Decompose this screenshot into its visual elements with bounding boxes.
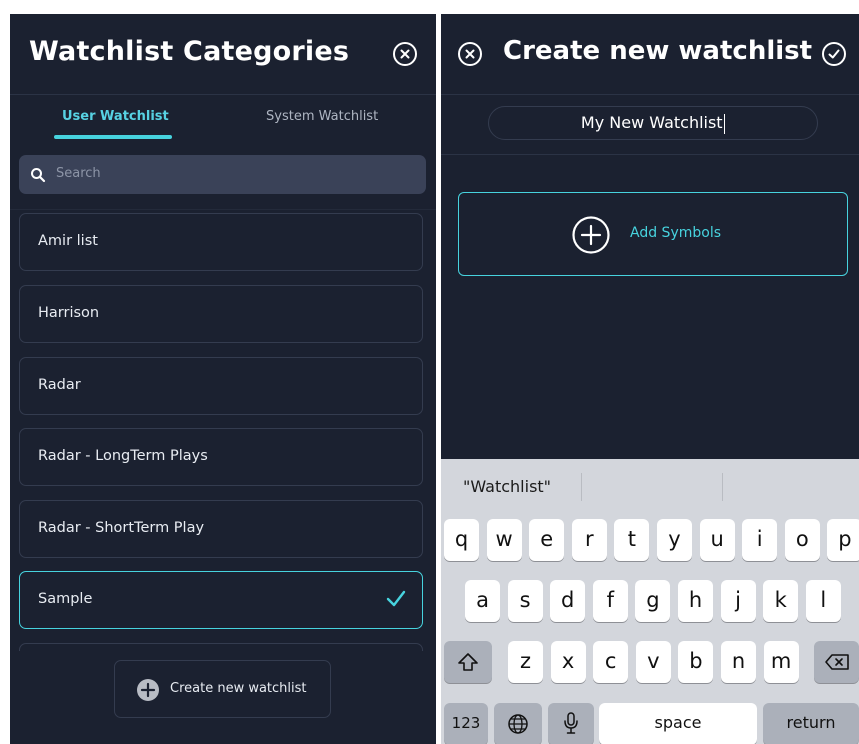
key-h[interactable]: h xyxy=(678,580,713,622)
key-u[interactable]: u xyxy=(699,519,735,561)
page-title: Create new watchlist xyxy=(503,36,813,66)
key-f[interactable]: f xyxy=(592,580,628,622)
close-icon xyxy=(465,49,475,59)
page-title: Watchlist Categories xyxy=(29,36,350,67)
microphone-key[interactable] xyxy=(548,703,594,744)
list-item[interactable]: Radar - LongTerm Plays xyxy=(19,428,423,486)
key-g[interactable]: g xyxy=(635,580,671,622)
key-c[interactable]: c xyxy=(593,641,629,683)
watchlist-tabs: User Watchlist System Watchlist xyxy=(10,95,436,153)
bottom-bar: Create new watchlist xyxy=(10,651,436,744)
key-y[interactable]: y xyxy=(657,519,692,561)
header: Watchlist Categories xyxy=(10,14,436,94)
key-p[interactable]: p xyxy=(827,519,859,561)
backspace-icon xyxy=(825,654,849,670)
return-key[interactable]: return xyxy=(763,703,859,744)
suggestion-item[interactable]: "Watchlist" xyxy=(463,477,551,496)
space-key[interactable]: space xyxy=(599,703,757,744)
list-item[interactable]: Amir list xyxy=(19,213,423,271)
create-new-watchlist-button[interactable]: Create new watchlist xyxy=(114,660,331,718)
text-caret xyxy=(723,113,726,134)
add-symbols-button[interactable]: Add Symbols xyxy=(458,192,848,276)
key-t[interactable]: t xyxy=(614,519,650,561)
list-item-label: Amir list xyxy=(38,233,98,249)
suggestion-bar: "Watchlist" xyxy=(441,459,859,509)
key-k[interactable]: k xyxy=(763,580,799,622)
confirm-check-icon xyxy=(828,49,840,59)
suggestion-separator xyxy=(581,473,582,501)
create-button-label: Create new watchlist xyxy=(170,681,307,696)
add-symbols-label: Add Symbols xyxy=(630,225,721,241)
list-item-label: Harrison xyxy=(38,305,100,321)
list-divider xyxy=(10,209,436,210)
header-divider xyxy=(441,94,859,95)
active-tab-indicator xyxy=(54,135,172,139)
key-j[interactable]: j xyxy=(720,580,756,622)
list-item-selected[interactable]: Sample xyxy=(19,571,423,629)
globe-icon xyxy=(508,714,528,734)
microphone-icon xyxy=(564,712,578,734)
key-a[interactable]: a xyxy=(465,580,500,622)
key-s[interactable]: s xyxy=(507,580,543,622)
list-item-label: Radar - LongTerm Plays xyxy=(38,448,208,464)
field-divider xyxy=(441,154,859,155)
watchlist-categories-screen: Watchlist Categories User Watchlist Syst… xyxy=(10,14,436,744)
check-icon xyxy=(386,590,406,607)
key-w[interactable]: w xyxy=(486,519,522,561)
key-v[interactable]: v xyxy=(635,641,671,683)
backspace-key[interactable] xyxy=(814,641,859,683)
shift-key[interactable] xyxy=(444,641,492,683)
confirm-button[interactable] xyxy=(822,42,846,66)
list-item-label: Sample xyxy=(38,591,93,607)
close-icon xyxy=(400,49,410,59)
key-n[interactable]: n xyxy=(721,641,756,683)
search-placeholder: Search xyxy=(56,166,101,181)
numbers-key[interactable]: 123 xyxy=(444,703,488,744)
tab-user-watchlist[interactable]: User Watchlist xyxy=(62,109,169,124)
plus-circle-icon xyxy=(572,216,610,254)
close-button[interactable] xyxy=(458,42,482,66)
create-watchlist-screen: Create new watchlist My New Watchlist Ad… xyxy=(441,14,859,744)
key-x[interactable]: x xyxy=(550,641,586,683)
onscreen-keyboard: "Watchlist" qwertyuiop asdfghjkl zxcvbnm… xyxy=(441,459,859,744)
search-input[interactable]: Search xyxy=(19,155,426,194)
key-q[interactable]: q xyxy=(444,519,479,561)
watchlist-name-input[interactable]: My New Watchlist xyxy=(488,106,818,140)
list-item[interactable]: Radar - ShortTerm Play xyxy=(19,500,423,558)
key-i[interactable]: i xyxy=(742,519,778,561)
shift-icon xyxy=(458,653,478,671)
key-d[interactable]: d xyxy=(550,580,586,622)
search-icon xyxy=(31,168,46,183)
key-l[interactable]: l xyxy=(805,580,841,622)
watchlist-name-value: My New Watchlist xyxy=(580,113,723,132)
list-item[interactable]: Radar xyxy=(19,357,423,415)
tab-system-watchlist[interactable]: System Watchlist xyxy=(266,109,378,124)
list-item[interactable]: Harrison xyxy=(19,285,423,343)
close-button[interactable] xyxy=(393,42,417,66)
globe-key[interactable] xyxy=(494,703,542,744)
plus-circle-icon xyxy=(137,679,159,701)
key-b[interactable]: b xyxy=(678,641,714,683)
list-item-label: Radar xyxy=(38,377,81,393)
key-m[interactable]: m xyxy=(763,641,799,683)
key-z[interactable]: z xyxy=(508,641,543,683)
suggestion-separator xyxy=(722,473,723,501)
key-o[interactable]: o xyxy=(784,519,820,561)
list-item-label: Radar - ShortTerm Play xyxy=(38,520,205,536)
key-e[interactable]: e xyxy=(529,519,565,561)
key-r[interactable]: r xyxy=(571,519,607,561)
